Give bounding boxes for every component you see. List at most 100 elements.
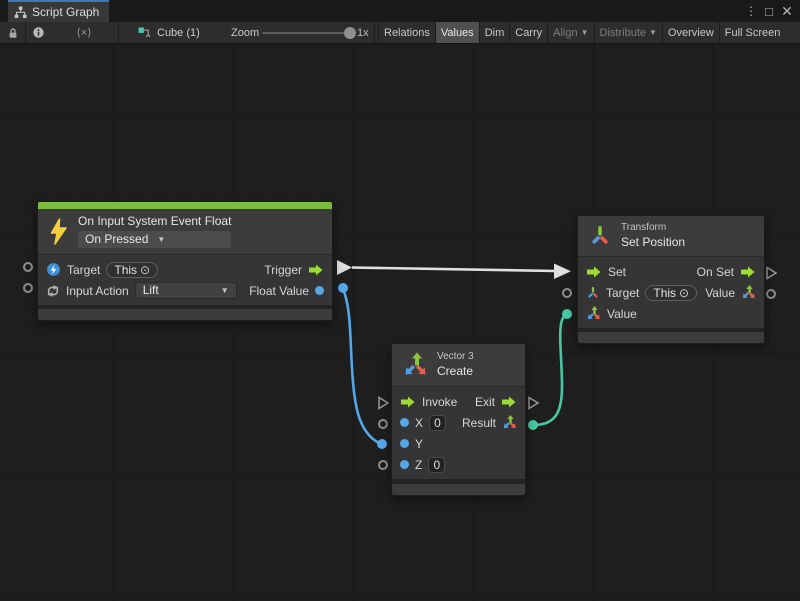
dim-button[interactable]: Dim: [479, 22, 510, 43]
vector3-icon-small: [502, 415, 517, 430]
unit-target-icon: [46, 262, 61, 277]
transform-icon: [588, 224, 612, 248]
input-action-dropdown[interactable]: Lift ▼: [135, 282, 237, 299]
port-event-inputaction-in[interactable]: [23, 283, 33, 293]
invoke-label: Invoke: [422, 395, 457, 409]
object-picker-icon: ⊙: [679, 287, 689, 299]
flow-arrow-icon: [740, 266, 756, 278]
lock-button[interactable]: [0, 22, 25, 43]
tab-script-graph[interactable]: Script Graph: [8, 0, 109, 22]
x-port-dot[interactable]: [400, 418, 409, 427]
z-value-field[interactable]: 0: [428, 457, 445, 473]
align-button[interactable]: Align▼: [547, 22, 593, 43]
zoom-label: Zoom: [231, 22, 259, 43]
port-setposition-value-in[interactable]: [562, 309, 572, 319]
port-trigger-out[interactable]: [337, 260, 352, 275]
target-label: Target: [67, 263, 100, 277]
node-title: On Input System Event Float: [78, 215, 231, 228]
result-label: Result: [462, 416, 496, 430]
port-exit-out[interactable]: [527, 396, 540, 410]
wire-floatvalue-to-y[interactable]: [343, 289, 379, 443]
float-value-label: Float Value: [249, 284, 309, 298]
node-footer: [392, 484, 525, 495]
flow-arrow-icon: [586, 266, 602, 278]
zoom-value: 1x: [357, 22, 369, 43]
graph-node-icon: [138, 26, 151, 39]
node-category: Vector 3: [437, 352, 474, 362]
distribute-button[interactable]: Distribute▼: [594, 22, 662, 43]
port-setposition-value-out[interactable]: [766, 289, 776, 299]
graph-toolbar: ⟨×⟩ Cube (1) Zoom 1x Relations Values Di…: [0, 22, 800, 44]
graph-canvas[interactable]: On Input System Event Float On Pressed ▼…: [0, 44, 800, 601]
event-mode-dropdown[interactable]: On Pressed ▼: [78, 231, 231, 248]
port-y-in[interactable]: [377, 439, 387, 449]
node-title: Set Position: [621, 236, 685, 249]
relations-button[interactable]: Relations: [378, 22, 435, 43]
node-footer: [38, 309, 332, 320]
zoom-slider-track[interactable]: [262, 32, 350, 34]
values-button[interactable]: Values: [435, 22, 479, 43]
event-accent-bar: [38, 202, 332, 209]
trigger-label: Trigger: [264, 263, 302, 277]
window-maximize-icon[interactable]: □: [760, 4, 778, 19]
wire-arrowhead: [554, 264, 571, 280]
target-label: Target: [606, 286, 639, 300]
full-screen-button[interactable]: Full Screen: [719, 22, 786, 43]
tab-bar: Script Graph ⋮ □ ✕: [0, 0, 800, 22]
port-floatvalue-out[interactable]: [338, 283, 348, 293]
chevron-down-icon: ▼: [221, 287, 229, 295]
target-this-button[interactable]: This ⊙: [645, 285, 697, 301]
port-setposition-target-in[interactable]: [562, 288, 572, 298]
port-onset-out[interactable]: [765, 266, 778, 280]
tab-label: Script Graph: [32, 5, 99, 19]
port-z-in[interactable]: [378, 460, 388, 470]
toolbar-buttons: Relations Values Dim Carry Align▼ Distri…: [378, 22, 785, 43]
z-label: Z: [415, 458, 422, 472]
y-label: Y: [415, 437, 423, 451]
y-port-dot[interactable]: [400, 439, 409, 448]
carry-button[interactable]: Carry: [509, 22, 547, 43]
window-menu-icon[interactable]: ⋮: [742, 4, 760, 18]
x-label: X: [415, 416, 423, 430]
wire-trigger-to-set[interactable]: [352, 268, 556, 272]
chevron-down-icon: ▼: [581, 29, 589, 37]
window-controls: ⋮ □ ✕: [742, 0, 796, 22]
chevron-down-icon: ▼: [157, 236, 165, 244]
port-result-out[interactable]: [528, 420, 538, 430]
float-value-port-dot[interactable]: [315, 286, 324, 295]
node-set-position[interactable]: Transform Set Position Set On Set: [577, 215, 765, 344]
overview-button[interactable]: Overview: [662, 22, 719, 43]
z-port-dot[interactable]: [400, 460, 409, 469]
x-value-field[interactable]: 0: [429, 415, 446, 431]
flow-arrow-icon: [308, 264, 324, 276]
node-footer: [578, 332, 764, 343]
flow-arrow-icon: [400, 396, 416, 408]
window-close-icon[interactable]: ✕: [778, 3, 796, 20]
node-title: Create: [437, 365, 474, 378]
vector3-icon-small: [586, 306, 601, 321]
vector3-icon-small: [741, 285, 756, 300]
set-label: Set: [608, 265, 626, 279]
graph-tree-icon: [14, 6, 27, 19]
port-invoke-in[interactable]: [377, 396, 390, 410]
info-icon: [32, 26, 45, 39]
object-picker-icon: ⊙: [140, 264, 150, 276]
value-out-label: Value: [705, 286, 735, 300]
input-action-label: Input Action: [66, 284, 129, 298]
chevron-down-icon: ▼: [649, 29, 657, 37]
input-action-icon: [46, 284, 60, 298]
exit-label: Exit: [475, 395, 495, 409]
value-in-label: Value: [607, 307, 637, 321]
node-vector3-create[interactable]: Vector 3 Create Invoke Exit X: [391, 343, 526, 496]
node-on-input-system-event-float[interactable]: On Input System Event Float On Pressed ▼…: [37, 201, 333, 321]
zoom-slider-handle[interactable]: [344, 27, 356, 39]
graph-target-button[interactable]: Cube (1): [138, 22, 200, 43]
on-set-label: On Set: [697, 265, 734, 279]
port-x-in[interactable]: [378, 419, 388, 429]
vector3-icon: [402, 352, 428, 378]
target-this-button[interactable]: This ⊙: [106, 262, 158, 278]
code-view-button[interactable]: ⟨×⟩: [50, 22, 118, 43]
port-event-target-in[interactable]: [23, 262, 33, 272]
flow-arrow-icon: [501, 396, 517, 408]
info-button[interactable]: [26, 22, 50, 43]
